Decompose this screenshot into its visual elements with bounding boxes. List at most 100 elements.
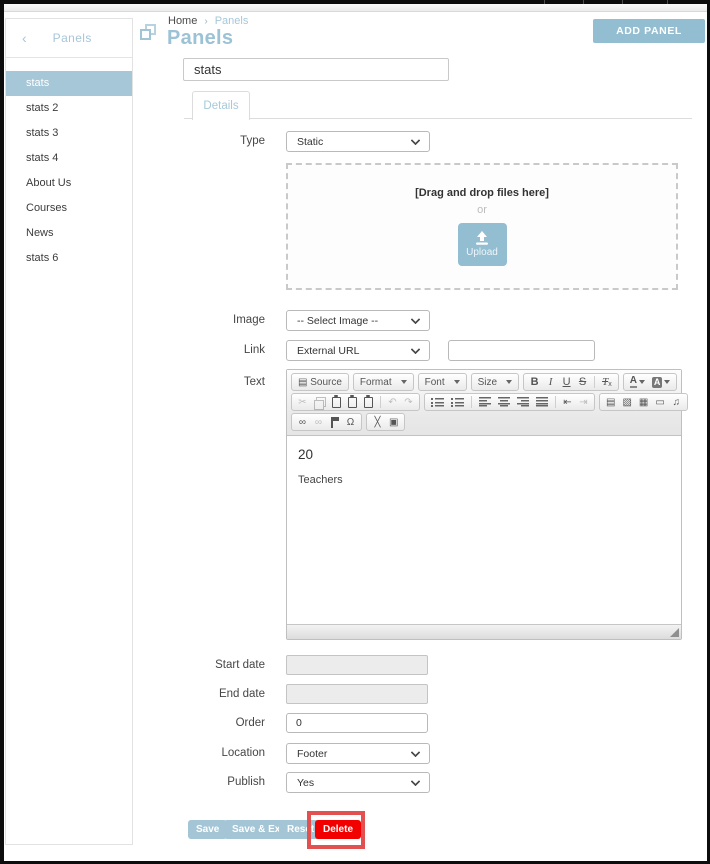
sidebar-item-stats-6[interactable]: stats 6 — [6, 246, 132, 271]
source-label: Source — [310, 377, 342, 388]
link-type-select[interactable]: External URL — [286, 340, 430, 361]
delete-button[interactable]: Delete — [315, 820, 361, 839]
type-select[interactable]: Static — [286, 131, 430, 152]
end-date-label: End date — [164, 684, 265, 705]
editor-body-text: Teachers — [298, 474, 670, 486]
indent-icon[interactable]: ⇥ — [579, 395, 588, 409]
type-row: Type Static — [164, 131, 692, 152]
chevron-down-icon — [506, 380, 512, 384]
special-character-icon[interactable]: Ω — [346, 415, 355, 429]
browser-chrome-bar — [0, 0, 710, 4]
format-combo[interactable]: Format — [353, 373, 414, 391]
font-combo[interactable]: Font — [418, 373, 467, 391]
insert-table-icon[interactable]: ▦ — [639, 395, 648, 409]
format-combo-label: Format — [360, 377, 392, 388]
align-left-icon[interactable] — [479, 395, 491, 409]
panel-name-input[interactable] — [183, 58, 449, 81]
tab-details[interactable]: Details — [192, 91, 250, 120]
breadcrumb-home-link[interactable]: Home — [168, 15, 197, 27]
start-date-label: Start date — [164, 655, 265, 676]
text-color-icon[interactable]: A — [630, 375, 645, 389]
strikethrough-icon[interactable]: S — [578, 375, 587, 389]
location-label: Location — [164, 743, 265, 764]
source-button[interactable]: ▤ Source — [298, 375, 342, 389]
link-icon[interactable]: ∞ — [298, 415, 307, 429]
paste-from-word-icon[interactable] — [364, 395, 373, 409]
unlink-icon[interactable]: ∞ — [314, 415, 323, 429]
back-chevron-icon[interactable]: ‹ — [22, 30, 27, 46]
editor-content[interactable]: 20 Teachers — [287, 436, 681, 624]
iframe-icon[interactable]: ▭ — [655, 395, 664, 409]
add-panel-button[interactable]: ADD PANEL — [593, 19, 705, 43]
sidebar-item-stats[interactable]: stats — [6, 71, 132, 96]
align-justify-icon[interactable] — [536, 395, 548, 409]
save-button[interactable]: Save — [188, 820, 227, 839]
chevron-down-icon — [411, 345, 421, 355]
copy-icon[interactable] — [314, 395, 325, 409]
sidebar-title: Panels — [53, 31, 92, 45]
align-right-icon[interactable] — [517, 395, 529, 409]
chevron-down-icon — [664, 380, 670, 384]
background-color-a: A — [652, 377, 663, 388]
show-blocks-icon[interactable]: ▣ — [389, 415, 398, 429]
chevron-down-icon — [411, 777, 421, 787]
order-input[interactable] — [286, 713, 428, 733]
undo-icon[interactable]: ↶ — [388, 395, 397, 409]
sidebar-item-stats-4[interactable]: stats 4 — [6, 146, 132, 171]
outdent-icon[interactable]: ⇤ — [563, 395, 572, 409]
duplicate-icon[interactable] — [140, 24, 158, 42]
image-label: Image — [164, 310, 265, 331]
sidebar-item-news[interactable]: News — [6, 221, 132, 246]
link-type-select-value: External URL — [297, 345, 359, 357]
link-url-input[interactable] — [448, 340, 595, 361]
app-window: ‹ Panels stats stats 2 stats 3 stats 4 A… — [0, 0, 710, 864]
size-combo[interactable]: Size — [471, 373, 519, 391]
editor-toolbar: ▤ Source Format Font Size B — [287, 370, 681, 436]
end-date-row: End date — [164, 684, 692, 705]
cut-icon[interactable]: ✂ — [298, 395, 307, 409]
redo-icon[interactable]: ↷ — [404, 395, 413, 409]
paste-icon[interactable] — [332, 395, 341, 409]
resize-grip-icon[interactable] — [670, 628, 679, 637]
italic-icon[interactable]: I — [546, 375, 555, 389]
remove-format-icon[interactable]: T x — [602, 375, 612, 389]
bold-icon[interactable]: B — [530, 375, 539, 389]
sidebar-item-about-us[interactable]: About Us — [6, 171, 132, 196]
toolbar-row-1: ▤ Source Format Font Size B — [290, 372, 678, 392]
sidebar-item-courses[interactable]: Courses — [6, 196, 132, 221]
align-center-icon[interactable] — [498, 395, 510, 409]
sidebar-item-stats-3[interactable]: stats 3 — [6, 121, 132, 146]
sidebar-item-stats-2[interactable]: stats 2 — [6, 96, 132, 121]
panels-sidebar: ‹ Panels stats stats 2 stats 3 stats 4 A… — [5, 18, 133, 845]
bullet-list-icon[interactable] — [451, 395, 464, 409]
dropzone-text: [Drag and drop files here] — [415, 187, 549, 199]
audio-icon[interactable]: ♫ — [672, 395, 681, 409]
size-combo-label: Size — [478, 377, 497, 388]
publish-select-value: Yes — [297, 777, 314, 789]
order-label: Order — [164, 713, 265, 734]
page-break-icon[interactable]: ▤ — [606, 395, 615, 409]
font-combo-label: Font — [425, 377, 445, 388]
publish-select[interactable]: Yes — [286, 772, 430, 793]
underline-icon[interactable]: U — [562, 375, 571, 389]
insert-image-icon[interactable]: ▧ — [622, 395, 631, 409]
sidebar-item-list: stats stats 2 stats 3 stats 4 About Us C… — [6, 71, 132, 271]
page-top-strip — [0, 4, 710, 12]
location-select[interactable]: Footer — [286, 743, 430, 764]
file-dropzone[interactable]: [Drag and drop files here] or Upload — [286, 163, 678, 290]
sidebar-header[interactable]: ‹ Panels — [6, 19, 132, 58]
end-date-input[interactable] — [286, 684, 428, 704]
breadcrumb-current[interactable]: Panels — [215, 15, 249, 27]
numbered-list-icon[interactable] — [431, 395, 444, 409]
editor-footer-bar — [287, 624, 681, 639]
toolbar-row-2: ✂ ↶ ↷ ⇤ — [290, 392, 678, 412]
paste-plain-text-icon[interactable] — [348, 395, 357, 409]
start-date-input[interactable] — [286, 655, 428, 675]
background-color-icon[interactable]: A — [652, 375, 671, 389]
chevron-down-icon — [454, 380, 460, 384]
maximize-icon[interactable]: ╳ — [373, 415, 382, 429]
rich-text-editor: ▤ Source Format Font Size B — [286, 369, 682, 640]
upload-button[interactable]: Upload — [458, 223, 507, 266]
anchor-flag-icon[interactable] — [330, 415, 339, 429]
image-select[interactable]: -- Select Image -- — [286, 310, 430, 331]
